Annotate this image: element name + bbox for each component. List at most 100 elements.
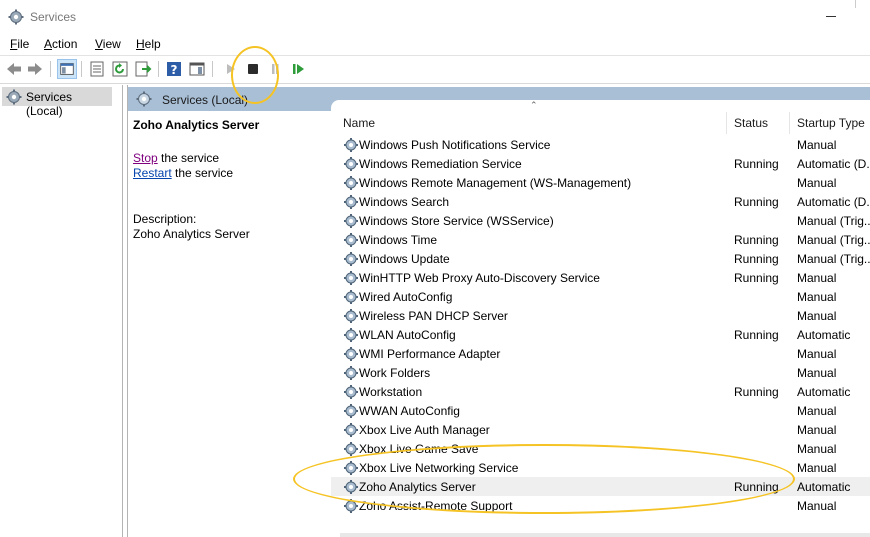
service-startup-type: Manual: [797, 309, 837, 323]
menu-view[interactable]: View: [95, 37, 121, 51]
service-name: Windows Push Notifications Service: [359, 138, 551, 152]
toolbar-divider: [81, 61, 82, 77]
service-row[interactable]: Xbox Live Auth Manager Manual: [331, 420, 870, 439]
services-gear-icon: [8, 9, 24, 25]
service-gear-icon: [344, 404, 358, 418]
service-name: Windows Time: [359, 233, 438, 247]
service-startup-type: Manual (Trig...: [797, 214, 870, 228]
service-rows: Windows Push Notifications Service Manual…: [331, 135, 870, 515]
properties-icon[interactable]: [87, 59, 107, 79]
svg-text:?: ?: [171, 63, 178, 77]
start-service-icon[interactable]: [220, 59, 240, 79]
console-tree: Services (Local): [0, 85, 123, 537]
show-hide-console-tree-icon[interactable]: [57, 59, 77, 79]
title-bar: Services: [0, 0, 870, 34]
service-row[interactable]: Wired AutoConfig Manual: [331, 287, 870, 306]
service-name: Wired AutoConfig: [359, 290, 453, 304]
service-gear-icon: [344, 347, 358, 361]
minimize-button[interactable]: [826, 16, 836, 17]
service-row[interactable]: WLAN AutoConfig Running Automatic: [331, 325, 870, 344]
title-divider: [855, 0, 856, 8]
service-startup-type: Manual: [797, 423, 837, 437]
menu-bar: File Action View Help: [0, 34, 870, 54]
service-status: Running: [734, 252, 779, 266]
toolbar: ?: [0, 56, 870, 82]
menu-file[interactable]: File: [10, 37, 29, 51]
service-status: Running: [734, 233, 779, 247]
refresh-icon[interactable]: [110, 59, 130, 79]
service-row[interactable]: Windows Remediation Service Running Automa…: [331, 154, 870, 173]
service-startup-type: Manual: [797, 138, 837, 152]
service-row[interactable]: Windows Store Service (WSService) Manual …: [331, 211, 870, 230]
service-gear-icon: [344, 385, 358, 399]
service-gear-icon: [344, 499, 358, 513]
forward-icon[interactable]: [25, 59, 45, 79]
description-label: Description:: [133, 212, 197, 226]
service-startup-type: Manual (Trig...: [797, 233, 870, 247]
service-row[interactable]: Windows Search Running Automatic (D...: [331, 192, 870, 211]
service-gear-icon: [344, 442, 358, 456]
service-row[interactable]: Wireless PAN DHCP Server Manual: [331, 306, 870, 325]
service-row[interactable]: Workstation Running Automatic: [331, 382, 870, 401]
action-pane-icon[interactable]: [187, 59, 207, 79]
service-startup-type: Manual (Trig...: [797, 252, 870, 266]
service-row[interactable]: Work Folders Manual: [331, 363, 870, 382]
menu-help[interactable]: Help: [136, 37, 161, 51]
service-gear-icon: [344, 138, 358, 152]
service-name: Xbox Live Game Save: [359, 442, 479, 456]
restart-service-link[interactable]: Restart: [133, 166, 172, 180]
service-row[interactable]: WWAN AutoConfig Manual: [331, 401, 870, 420]
extended-detail-pane: Zoho Analytics Server Stop the service R…: [128, 111, 328, 537]
tree-item-label: Services (Local): [26, 90, 73, 118]
sort-ascending-icon: ⌃: [530, 100, 538, 110]
service-row[interactable]: Windows Update Running Manual (Trig...: [331, 249, 870, 268]
service-gear-icon: [344, 480, 358, 494]
column-divider[interactable]: [726, 112, 727, 134]
service-row[interactable]: Xbox Live Game Save Manual: [331, 439, 870, 458]
service-gear-icon: [344, 233, 358, 247]
service-row[interactable]: Zoho Assist-Remote Support Manual: [331, 496, 870, 515]
service-name: Work Folders: [359, 366, 431, 380]
service-gear-icon: [344, 271, 358, 285]
service-name: Windows Remote Management (WS-Management…: [359, 176, 632, 190]
service-row[interactable]: Xbox Live Networking Service Manual: [331, 458, 870, 477]
service-startup-type: Manual: [797, 271, 837, 285]
service-name: Wireless PAN DHCP Server: [359, 309, 508, 323]
service-startup-type: Manual: [797, 499, 837, 513]
export-list-icon[interactable]: [133, 59, 153, 79]
selected-service-title: Zoho Analytics Server: [133, 118, 260, 132]
window-title: Services: [30, 10, 77, 24]
help-icon[interactable]: ?: [164, 59, 184, 79]
service-status: Running: [734, 195, 779, 209]
service-gear-icon: [344, 461, 358, 475]
toolbar-divider-line: [0, 83, 870, 84]
service-row[interactable]: WMI Performance Adapter Manual: [331, 344, 870, 363]
back-icon[interactable]: [4, 59, 24, 79]
service-status: Running: [734, 157, 779, 171]
service-gear-icon: [344, 290, 358, 304]
toolbar-divider: [212, 61, 213, 77]
service-row[interactable]: Windows Remote Management (WS-Management…: [331, 173, 870, 192]
menu-action[interactable]: Action: [44, 37, 77, 51]
service-startup-type: Manual: [797, 404, 837, 418]
restart-service-icon[interactable]: [288, 59, 308, 79]
service-startup-type: Automatic: [797, 480, 851, 494]
service-name: Zoho Assist-Remote Support: [359, 499, 513, 513]
column-divider[interactable]: [789, 112, 790, 134]
service-row[interactable]: Windows Time Running Manual (Trig...: [331, 230, 870, 249]
stop-action-line: Stop the service: [133, 151, 219, 165]
horizontal-scrollbar[interactable]: [340, 533, 870, 537]
service-name: WLAN AutoConfig: [359, 328, 456, 342]
service-status: Running: [734, 480, 779, 494]
stop-service-link[interactable]: Stop: [133, 151, 158, 165]
restart-suffix: the service: [171, 166, 234, 180]
pause-service-icon[interactable]: [265, 59, 285, 79]
service-startup-type: Automatic: [797, 328, 851, 342]
stop-service-icon[interactable]: [243, 59, 263, 79]
service-row[interactable]: WinHTTP Web Proxy Auto-Discovery Service…: [331, 268, 870, 287]
service-startup-type: Manual: [797, 176, 837, 190]
service-row[interactable]: Windows Push Notifications Service Manual: [331, 135, 870, 154]
service-row[interactable]: Zoho Analytics Server Running Automatic: [331, 477, 870, 496]
services-gear-icon: [136, 91, 152, 107]
tree-item-services-local[interactable]: Services (Local): [2, 87, 112, 118]
